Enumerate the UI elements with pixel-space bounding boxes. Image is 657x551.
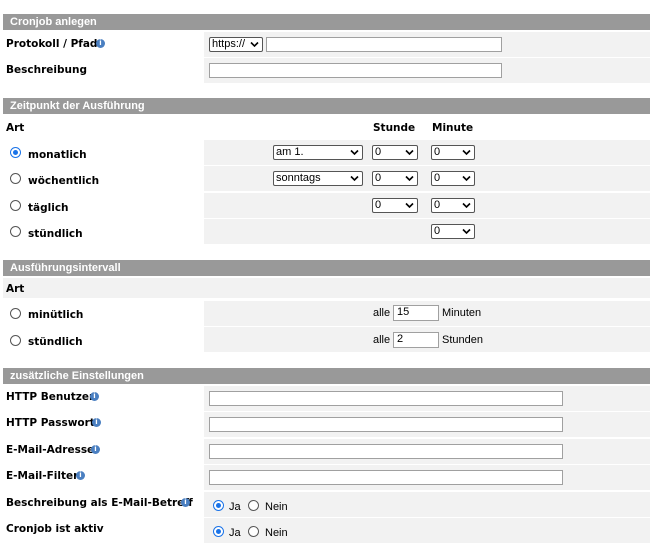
- protocol-path-label: Protokoll / Pfad: [6, 38, 98, 50]
- email-filter-label: E-Mail-Filter: [6, 470, 79, 482]
- cronjob-active-label: Cronjob ist aktiv: [6, 523, 104, 535]
- email-input[interactable]: [209, 444, 563, 459]
- http-user-label: HTTP Benutzer: [6, 391, 95, 403]
- every-hours-prefix: alle: [373, 334, 391, 346]
- section-header-cronjob: Cronjob anlegen: [3, 14, 650, 30]
- chevron-down-icon: [462, 228, 471, 235]
- every-minutes-input[interactable]: 15: [393, 305, 439, 321]
- row-bg: [204, 193, 650, 218]
- row-bg: [204, 219, 650, 244]
- radio-hourly[interactable]: [10, 226, 21, 237]
- hourly-minute-select[interactable]: 0: [431, 224, 475, 239]
- every-hours-label: stündlich: [28, 336, 83, 348]
- weekly-day-select[interactable]: sonntags: [273, 171, 363, 186]
- info-icon[interactable]: [90, 391, 99, 401]
- desc-subject-no-radio[interactable]: [248, 500, 259, 511]
- section-header-schedule: Zeitpunkt der Ausführung: [3, 98, 650, 114]
- section-header-interval: Ausführungsintervall: [3, 260, 650, 276]
- every-minutes-prefix: alle: [373, 307, 391, 319]
- chevron-down-icon: [405, 202, 414, 209]
- chevron-down-icon: [405, 149, 414, 156]
- chevron-down-icon: [350, 149, 359, 156]
- daily-minute-select[interactable]: 0: [431, 198, 475, 213]
- info-icon[interactable]: [181, 497, 190, 507]
- monthly-label: monatlich: [28, 149, 87, 161]
- path-input[interactable]: [266, 37, 502, 52]
- monthly-day-select[interactable]: am 1.: [273, 145, 363, 160]
- chevron-down-icon: [250, 41, 259, 48]
- interval-col-type-label: Art: [6, 283, 25, 295]
- row-bg: [204, 140, 650, 165]
- chevron-down-icon: [350, 175, 359, 182]
- radio-daily[interactable]: [10, 200, 21, 211]
- every-minutes-label: minütlich: [28, 309, 84, 321]
- desc-subject-label: Beschreibung als E-Mail-Betreff: [6, 497, 193, 509]
- info-icon[interactable]: [76, 470, 85, 480]
- info-icon[interactable]: [92, 417, 101, 427]
- weekly-label: wöchentlich: [28, 175, 100, 187]
- info-icon[interactable]: [96, 38, 105, 48]
- col-hour-label: Stunde: [373, 122, 416, 134]
- email-label: E-Mail-Adresse: [6, 444, 95, 456]
- daily-label: täglich: [28, 202, 69, 214]
- radio-weekly[interactable]: [10, 173, 21, 184]
- description-input[interactable]: [209, 63, 502, 78]
- description-label: Beschreibung: [6, 64, 87, 76]
- hourly-label: stündlich: [28, 228, 83, 240]
- radio-monthly[interactable]: [10, 147, 21, 158]
- email-filter-input[interactable]: [209, 470, 563, 485]
- desc-subject-no-label: Nein: [265, 501, 288, 513]
- row-bg: [3, 278, 650, 298]
- chevron-down-icon: [462, 175, 471, 182]
- weekly-minute-select[interactable]: 0: [431, 171, 475, 186]
- http-password-label: HTTP Passwort: [6, 417, 95, 429]
- protocol-select[interactable]: https://: [209, 37, 263, 52]
- http-user-input[interactable]: [209, 391, 563, 406]
- daily-hour-select[interactable]: 0: [372, 198, 418, 213]
- monthly-hour-select[interactable]: 0: [372, 145, 418, 160]
- active-yes-radio[interactable]: [213, 526, 224, 537]
- chevron-down-icon: [462, 202, 471, 209]
- radio-every-minutes[interactable]: [10, 308, 21, 319]
- col-minute-label: Minute: [432, 122, 474, 134]
- every-hours-unit: Stunden: [442, 334, 483, 346]
- info-icon[interactable]: [91, 444, 100, 454]
- col-type-label: Art: [6, 122, 25, 134]
- every-minutes-unit: Minuten: [442, 307, 482, 319]
- every-hours-input[interactable]: 2: [393, 332, 439, 348]
- active-no-radio[interactable]: [248, 526, 259, 537]
- row-bg: [204, 166, 650, 191]
- radio-every-hours[interactable]: [10, 335, 21, 346]
- weekly-hour-select[interactable]: 0: [372, 171, 418, 186]
- http-password-input[interactable]: [209, 417, 563, 432]
- chevron-down-icon: [405, 175, 414, 182]
- desc-subject-yes-radio[interactable]: [213, 500, 224, 511]
- section-header-extra: zusätzliche Einstellungen: [3, 368, 650, 384]
- active-no-label: Nein: [265, 527, 288, 539]
- active-yes-label: Ja: [229, 527, 241, 539]
- monthly-minute-select[interactable]: 0: [431, 145, 475, 160]
- chevron-down-icon: [462, 149, 471, 156]
- desc-subject-yes-label: Ja: [229, 501, 241, 513]
